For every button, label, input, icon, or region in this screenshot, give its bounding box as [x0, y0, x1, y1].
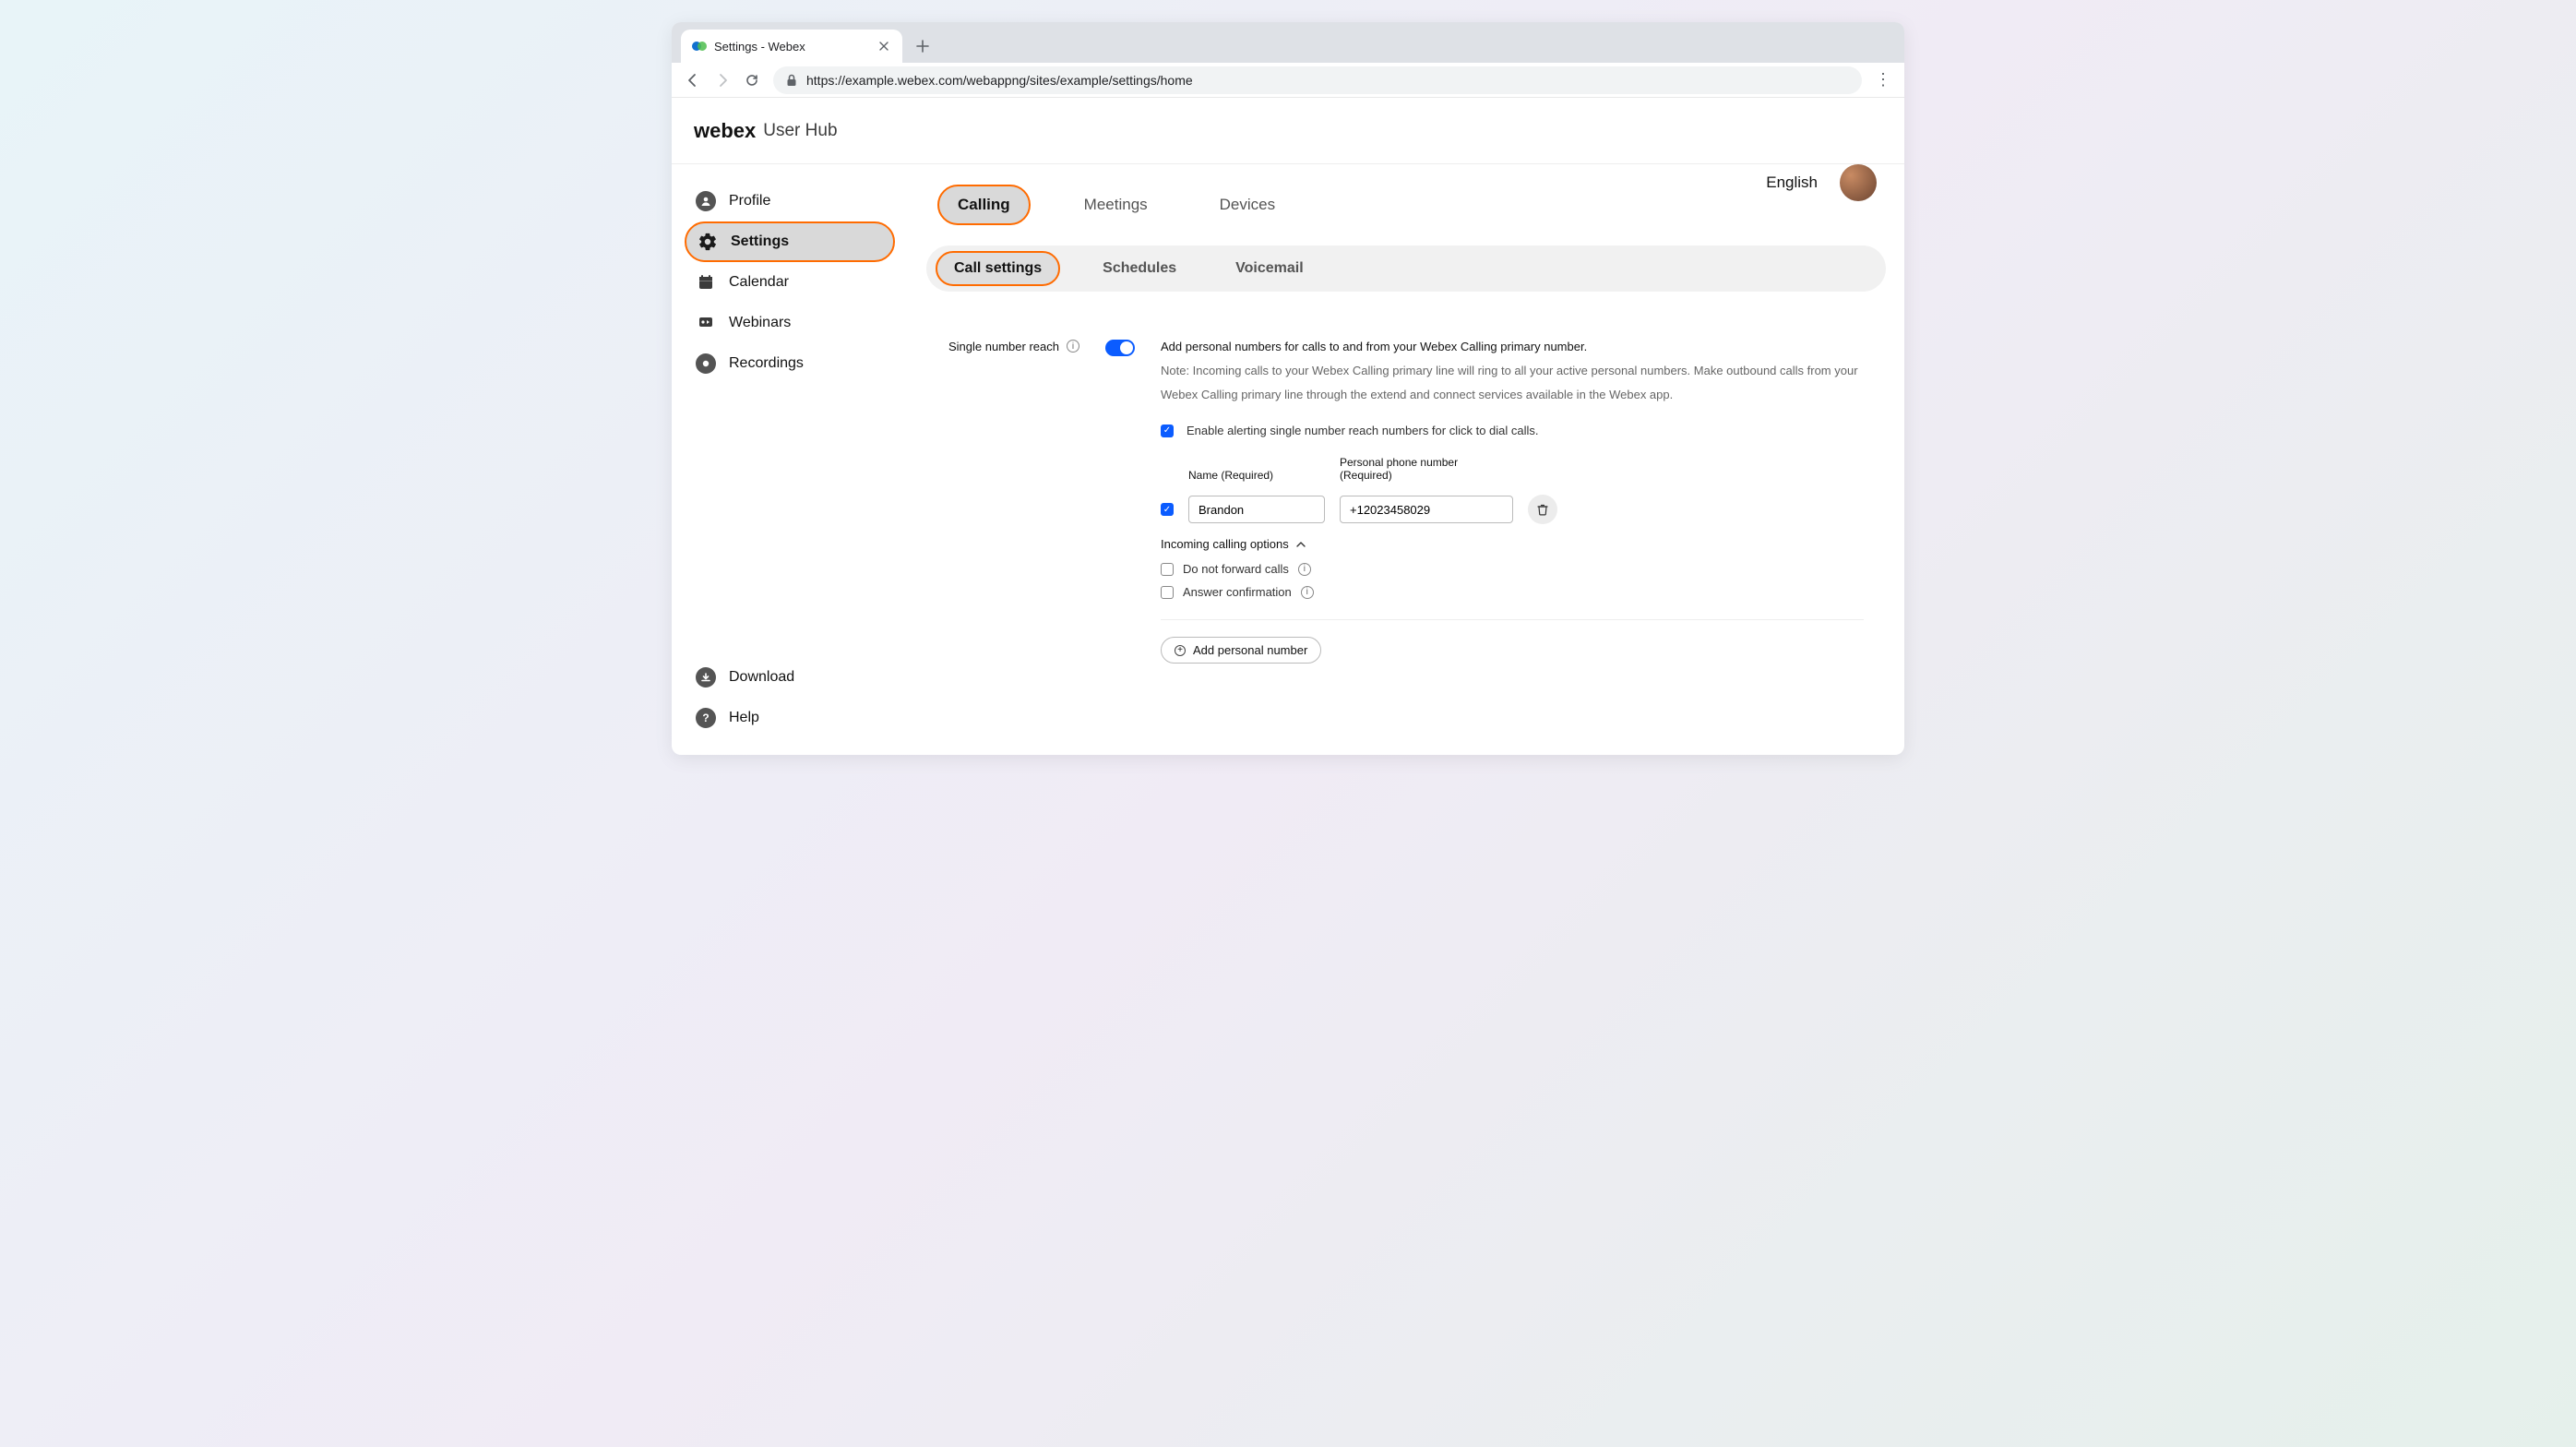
header-right: English — [1766, 164, 1877, 201]
browser-menu-icon[interactable]: ⋮ — [1875, 70, 1891, 90]
person-icon — [696, 191, 716, 211]
name-input[interactable] — [1188, 496, 1325, 523]
subtab-voicemail[interactable]: Voicemail — [1219, 253, 1320, 284]
panel-left: Single number reach i — [948, 340, 1142, 664]
sidebar-item-settings[interactable]: Settings — [685, 221, 895, 262]
brand-logo: webex — [694, 119, 756, 143]
webinar-icon — [696, 313, 716, 333]
sidebar-item-label: Calendar — [729, 274, 789, 291]
sidebar-item-label: Settings — [731, 233, 789, 250]
snr-note: Note: Incoming calls to your Webex Calli… — [1161, 359, 1864, 407]
no-forward-checkbox[interactable] — [1161, 563, 1174, 576]
snr-toggle[interactable] — [1105, 340, 1135, 356]
browser-tab[interactable]: Settings - Webex — [681, 30, 902, 63]
app-header: webex User Hub — [672, 98, 1904, 164]
trash-icon — [1536, 503, 1549, 516]
url-text: https://example.webex.com/webappng/sites… — [806, 73, 1193, 88]
tab-meetings[interactable]: Meetings — [1066, 186, 1166, 223]
alerting-row: ✓ Enable alerting single number reach nu… — [1161, 424, 1864, 437]
tab-calling[interactable]: Calling — [937, 185, 1031, 225]
primary-tabs: Calling Meetings Devices — [937, 185, 1904, 225]
avatar[interactable] — [1840, 164, 1877, 201]
alerting-label: Enable alerting single number reach numb… — [1187, 424, 1539, 437]
app-body: Profile Settings Calendar Webinars — [672, 164, 1904, 755]
record-icon — [696, 353, 716, 374]
sidebar-item-label: Download — [729, 669, 794, 686]
secondary-tabs: Call settings Schedules Voicemail — [926, 245, 1886, 292]
browser-window: Settings - Webex https://example.webex.c… — [672, 22, 1904, 755]
reload-icon[interactable] — [744, 72, 760, 89]
tab-title: Settings - Webex — [714, 40, 869, 54]
tab-devices[interactable]: Devices — [1201, 186, 1294, 223]
sidebar-item-profile[interactable]: Profile — [685, 181, 895, 221]
info-icon[interactable]: i — [1301, 586, 1314, 599]
download-icon — [696, 667, 716, 688]
lock-icon — [786, 74, 797, 87]
no-forward-label: Do not forward calls — [1183, 562, 1289, 576]
tab-strip: Settings - Webex — [672, 22, 1904, 63]
alerting-checkbox[interactable]: ✓ — [1161, 425, 1174, 437]
new-tab-button[interactable] — [915, 39, 930, 54]
url-field[interactable]: https://example.webex.com/webappng/sites… — [773, 66, 1862, 94]
row-enable-checkbox[interactable]: ✓ — [1161, 503, 1174, 516]
number-row-header: Name (Required) Personal phone number (R… — [1161, 456, 1864, 482]
incoming-options-toggle[interactable]: Incoming calling options — [1161, 537, 1864, 551]
snr-desc: Add personal numbers for calls to and fr… — [1161, 340, 1864, 353]
add-personal-number-button[interactable]: + Add personal number — [1161, 637, 1321, 664]
sidebar: Profile Settings Calendar Webinars — [672, 164, 908, 755]
sidebar-item-recordings[interactable]: Recordings — [685, 343, 895, 384]
snr-panel: Single number reach i Add personal numbe… — [926, 317, 1886, 691]
forward-icon[interactable] — [714, 72, 731, 89]
sidebar-item-label: Profile — [729, 193, 770, 209]
add-btn-label: Add personal number — [1193, 643, 1307, 657]
sidebar-item-label: Recordings — [729, 355, 804, 372]
info-icon[interactable]: i — [1298, 563, 1311, 576]
sidebar-item-label: Help — [729, 710, 759, 726]
opt-no-forward: Do not forward calls i — [1161, 562, 1864, 576]
panel-right: Add personal numbers for calls to and fr… — [1161, 340, 1864, 664]
incoming-label: Incoming calling options — [1161, 537, 1289, 551]
name-label: Name (Required) — [1188, 469, 1325, 482]
phone-input[interactable] — [1340, 496, 1513, 523]
language-selector[interactable]: English — [1766, 173, 1818, 192]
calendar-icon — [696, 272, 716, 293]
address-bar: https://example.webex.com/webappng/sites… — [672, 63, 1904, 98]
chevron-up-icon — [1296, 541, 1306, 548]
content: English Calling Meetings Devices Call se… — [908, 164, 1904, 755]
brand-subtitle: User Hub — [763, 121, 837, 141]
info-icon[interactable]: i — [1067, 340, 1079, 353]
gear-icon — [698, 232, 718, 252]
subtab-call-settings[interactable]: Call settings — [936, 251, 1060, 286]
sidebar-item-calendar[interactable]: Calendar — [685, 262, 895, 303]
divider — [1161, 619, 1864, 620]
sidebar-item-help[interactable]: ? Help — [685, 698, 895, 738]
phone-label: Personal phone number (Required) — [1340, 456, 1513, 482]
sidebar-item-label: Webinars — [729, 315, 791, 331]
sidebar-item-download[interactable]: Download — [685, 657, 895, 698]
answer-conf-checkbox[interactable] — [1161, 586, 1174, 599]
subtab-schedules[interactable]: Schedules — [1086, 253, 1193, 284]
back-icon[interactable] — [685, 72, 701, 89]
opt-answer-confirmation: Answer confirmation i — [1161, 585, 1864, 599]
close-icon[interactable] — [877, 39, 891, 54]
sidebar-item-webinars[interactable]: Webinars — [685, 303, 895, 343]
plus-icon: + — [1175, 645, 1186, 656]
delete-button[interactable] — [1528, 495, 1557, 524]
answer-conf-label: Answer confirmation — [1183, 585, 1292, 599]
webex-favicon — [692, 39, 707, 54]
help-icon: ? — [696, 708, 716, 728]
number-row: ✓ — [1161, 495, 1864, 524]
snr-title: Single number reach — [948, 340, 1059, 353]
